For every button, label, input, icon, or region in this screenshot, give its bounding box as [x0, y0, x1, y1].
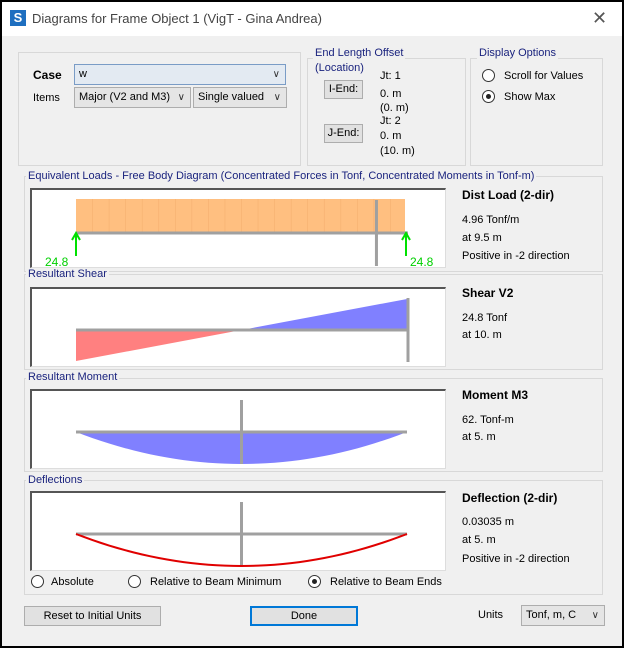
j-end-location: (10. m)	[380, 145, 415, 157]
units-select[interactable]: Tonf, m, C ∨	[521, 605, 605, 626]
shear-location: at 10. m	[462, 329, 502, 341]
items-valuing-value: Single valued	[198, 91, 265, 103]
moment-title: Resultant Moment	[26, 371, 120, 383]
case-value: w	[79, 68, 87, 80]
reaction-right-label: 24.8	[410, 255, 434, 269]
deflection-note: Positive in -2 direction	[462, 553, 570, 565]
shear-heading: Shear V2	[462, 286, 514, 300]
case-select[interactable]: w ∨	[74, 64, 286, 85]
moment-heading: Moment M3	[462, 388, 528, 402]
case-label: Case	[33, 68, 62, 82]
show-max-radio[interactable]	[482, 90, 495, 103]
items-label: Items	[33, 92, 60, 104]
items-component-select[interactable]: Major (V2 and M3) ∨	[74, 87, 191, 108]
end-offset-subtitle: (Location)	[313, 62, 366, 74]
deflection-title: Deflections	[26, 474, 85, 486]
i-end-location: (0. m)	[380, 102, 409, 114]
i-end-button[interactable]: I-End:	[324, 80, 363, 99]
diagrams-dialog: S Diagrams for Frame Object 1 (VigT - Gi…	[2, 2, 622, 646]
deflection-value: 0.03035 m	[462, 516, 514, 528]
deflection-diagram	[30, 491, 446, 571]
units-value: Tonf, m, C	[526, 609, 577, 621]
reaction-left-label: 24.8	[45, 255, 69, 269]
reset-units-button[interactable]: Reset to Initial Units	[24, 606, 161, 626]
loads-title: Equivalent Loads - Free Body Diagram (Co…	[26, 170, 537, 182]
relative-to-beam-ends-label: Relative to Beam Ends	[330, 576, 442, 588]
window-title: Diagrams for Frame Object 1 (VigT - Gina…	[32, 11, 322, 26]
deflection-location: at 5. m	[462, 534, 496, 546]
display-options-title: Display Options	[477, 47, 559, 59]
loads-location: at 9.5 m	[462, 232, 502, 244]
moment-location: at 5. m	[462, 431, 496, 443]
loads-note: Positive in -2 direction	[462, 250, 570, 262]
loads-heading: Dist Load (2-dir)	[462, 188, 554, 202]
shear-value: 24.8 Tonf	[462, 312, 508, 324]
absolute-label: Absolute	[51, 576, 94, 588]
relative-to-beam-minimum-radio[interactable]	[128, 575, 141, 588]
shear-negative-area	[76, 330, 242, 361]
show-max-label: Show Max	[504, 91, 556, 103]
deflection-heading: Deflection (2-dir)	[462, 491, 558, 505]
relative-to-beam-minimum-label: Relative to Beam Minimum	[150, 576, 282, 588]
relative-to-beam-ends-radio[interactable]	[308, 575, 321, 588]
loads-diagram: 24.8 24.8	[30, 188, 446, 269]
chevron-down-icon: ∨	[273, 92, 281, 103]
shear-diagram	[30, 287, 446, 367]
units-label: Units	[478, 609, 504, 621]
scroll-for-values-label: Scroll for Values	[504, 70, 584, 82]
done-button[interactable]: Done	[250, 606, 358, 626]
scroll-for-values-radio[interactable]	[482, 69, 495, 82]
j-end-joint: Jt: 2	[380, 115, 401, 127]
end-offset-title: End Length Offset	[313, 47, 406, 59]
j-end-offset: 0. m	[380, 130, 402, 142]
app-icon: S	[10, 10, 26, 26]
items-component-value: Major (V2 and M3)	[79, 91, 171, 103]
shear-positive-area	[241, 299, 407, 330]
title-bar: S Diagrams for Frame Object 1 (VigT - Gi…	[2, 2, 622, 36]
j-end-button[interactable]: J-End:	[324, 124, 363, 143]
items-valuing-select[interactable]: Single valued ∨	[193, 87, 287, 108]
moment-value: 62. Tonf-m	[462, 414, 514, 426]
i-end-offset: 0. m	[380, 88, 402, 100]
absolute-radio[interactable]	[31, 575, 44, 588]
shear-title: Resultant Shear	[26, 268, 109, 280]
close-icon[interactable]: ✕	[592, 8, 607, 29]
chevron-down-icon: ∨	[177, 92, 185, 103]
chevron-down-icon: ∨	[272, 69, 280, 80]
moment-diagram	[30, 389, 446, 469]
chevron-down-icon: ∨	[591, 610, 599, 621]
i-end-joint: Jt: 1	[380, 70, 401, 82]
loads-value: 4.96 Tonf/m	[462, 214, 520, 226]
